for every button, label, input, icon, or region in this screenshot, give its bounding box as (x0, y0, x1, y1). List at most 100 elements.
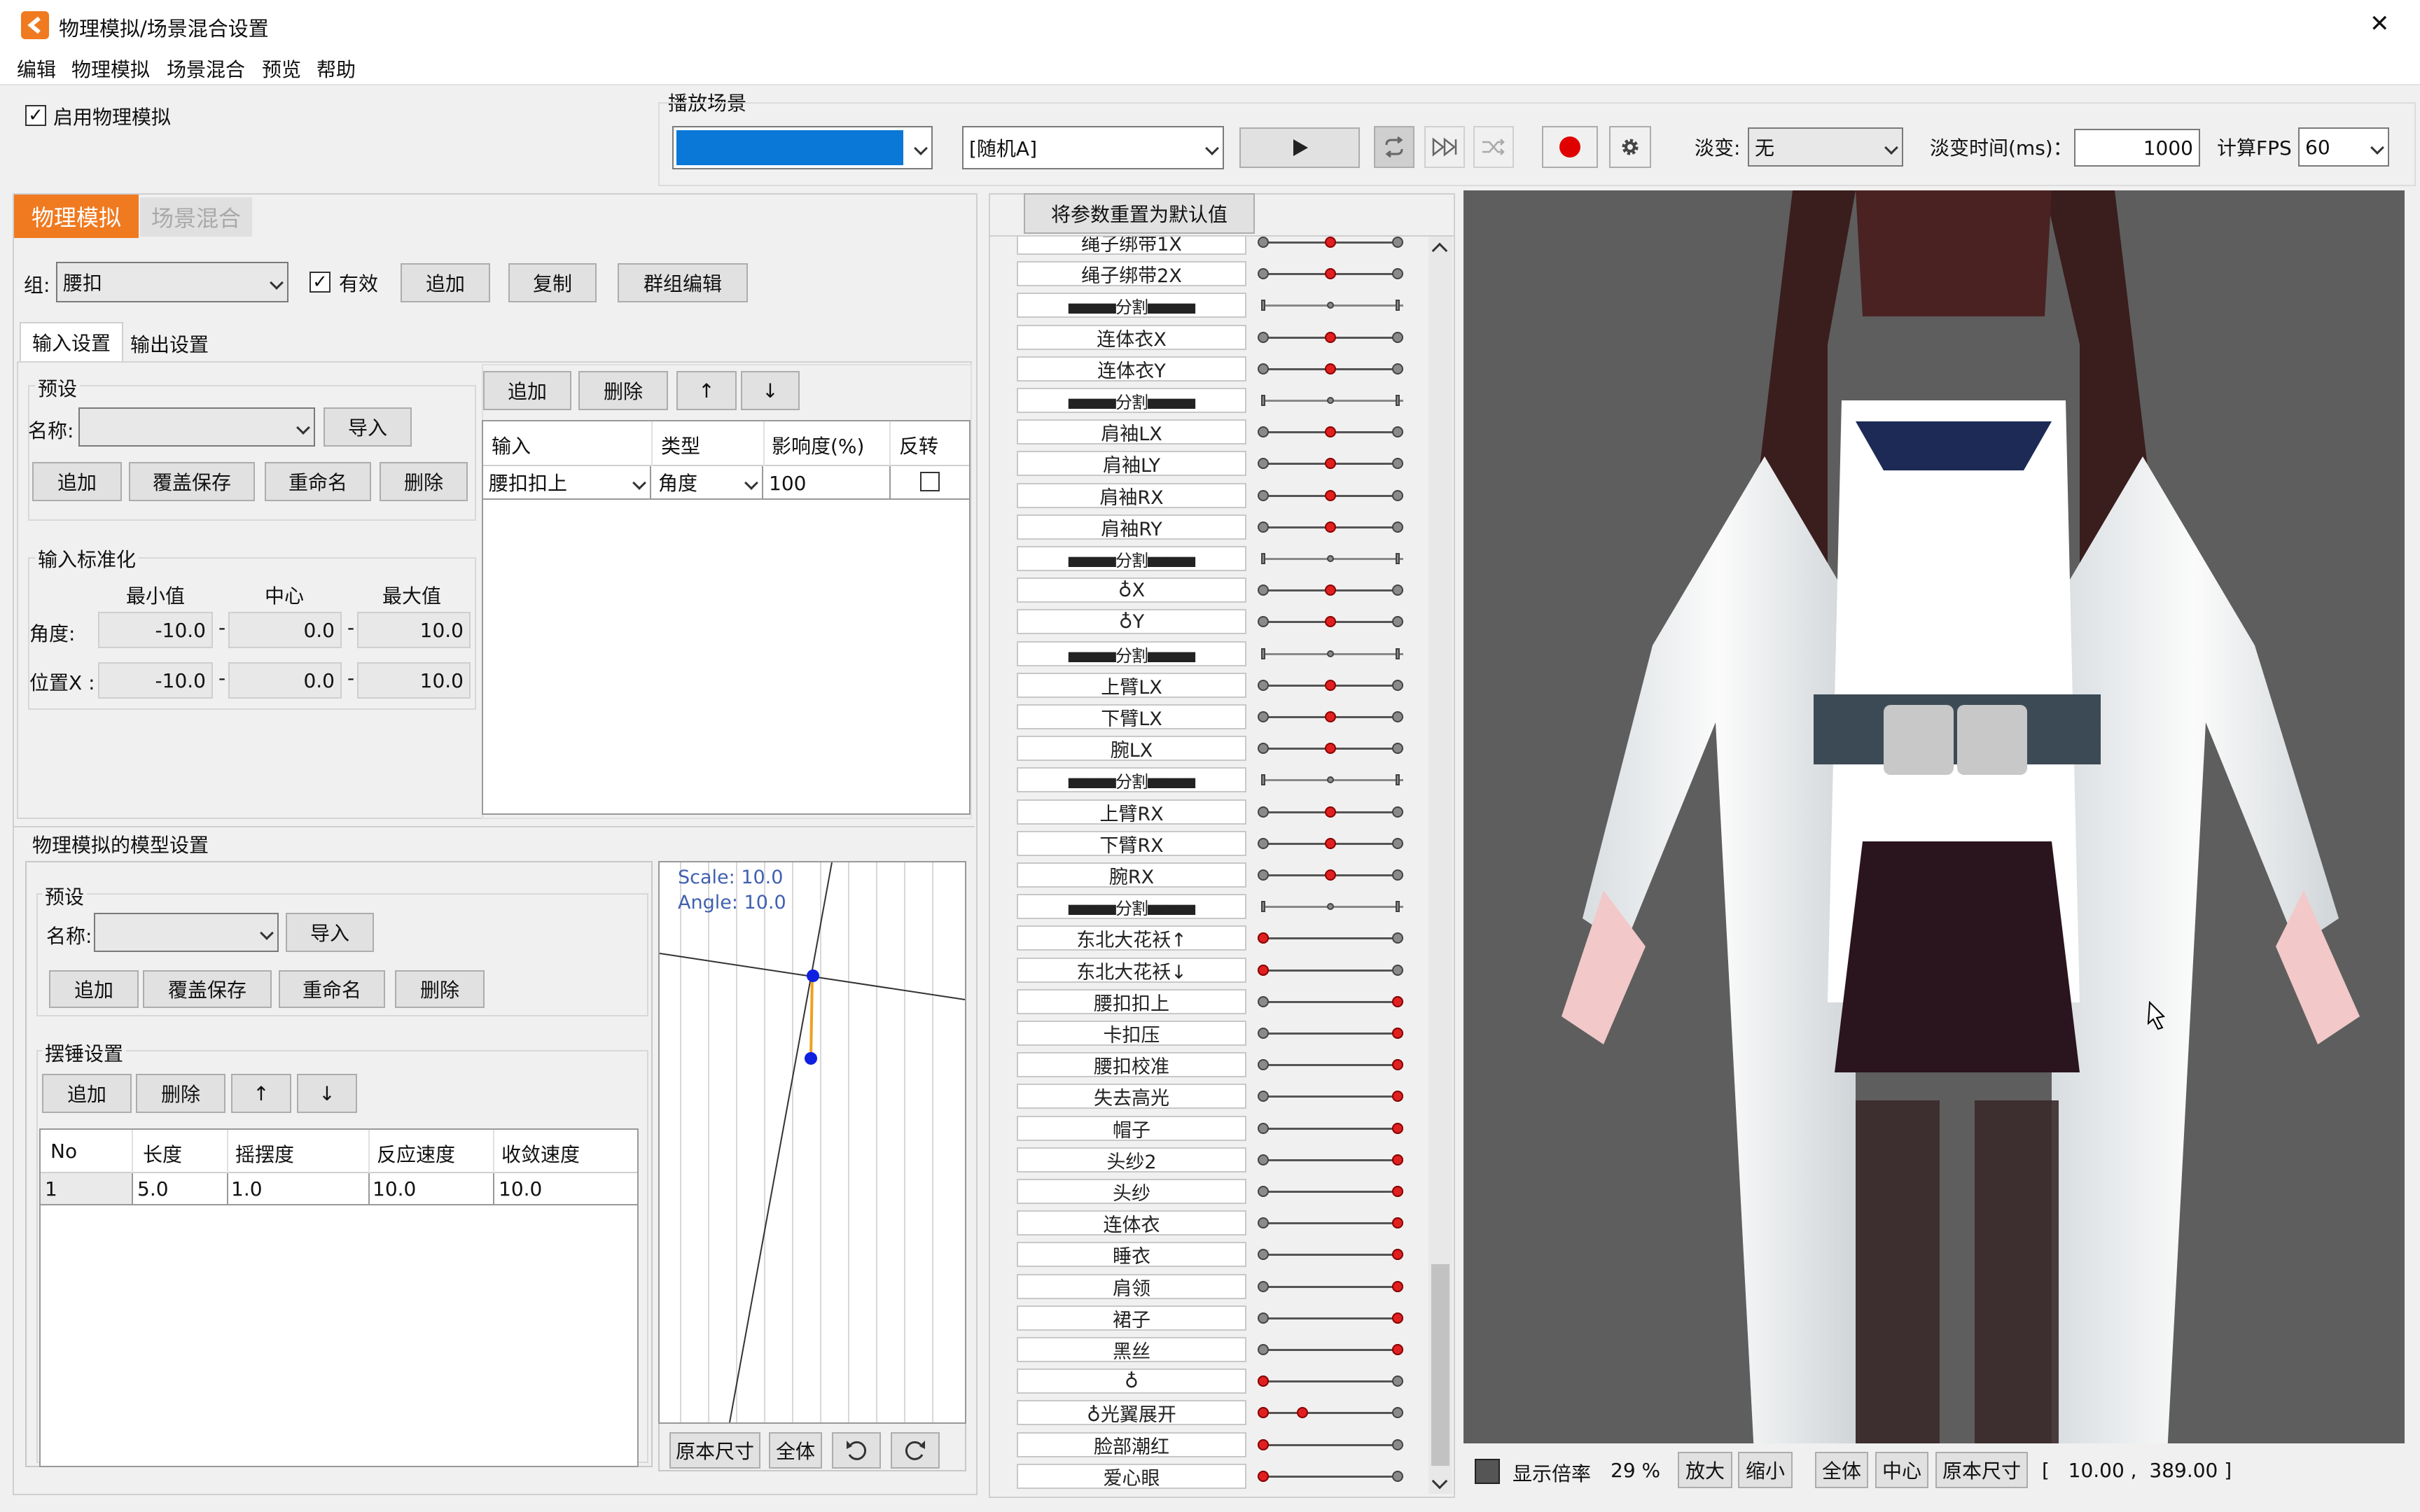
param-slider-row[interactable]: ♁ (1017, 1367, 1409, 1395)
param-slider-row[interactable]: 腰扣校准 (1017, 1051, 1409, 1079)
model-preset-delete-button[interactable]: 删除 (395, 970, 485, 1008)
loop-button[interactable] (1374, 126, 1414, 168)
slider-thumb[interactable] (1325, 743, 1336, 754)
tab-output-settings[interactable]: 输出设置 (123, 326, 216, 361)
param-slider-row[interactable]: 肩袖RX (1017, 482, 1409, 510)
table-row[interactable]: 腰扣扣上 角度 100 (483, 466, 969, 500)
preset-name-select[interactable] (78, 407, 315, 447)
posx-max-input[interactable]: 10.0 (357, 662, 471, 699)
param-slider-row[interactable]: 肩领 (1017, 1273, 1409, 1301)
slider-thumb[interactable] (1392, 1281, 1403, 1292)
rotate-right-button[interactable] (891, 1432, 940, 1469)
slider-track[interactable] (1263, 1286, 1403, 1288)
slider-thumb[interactable] (1325, 616, 1336, 627)
angle-min-input[interactable]: -10.0 (98, 612, 213, 648)
slider-thumb[interactable] (1327, 302, 1334, 309)
param-slider-row[interactable]: 腕RX (1017, 861, 1409, 889)
param-slider-row[interactable]: 连体衣X (1017, 323, 1409, 351)
param-separator[interactable]: ■■■■■分割■■■■■ (1017, 766, 1409, 794)
input-add-button[interactable]: 追加 (483, 371, 571, 410)
slider-track[interactable] (1263, 1096, 1403, 1098)
scene-select[interactable] (672, 126, 933, 169)
slider-thumb[interactable] (1392, 1217, 1403, 1228)
group-select[interactable]: 腰扣 (56, 262, 288, 302)
slider-track[interactable] (1263, 1032, 1403, 1035)
preview-all-button[interactable]: 全体 (1815, 1452, 1868, 1488)
close-icon[interactable]: ✕ (2370, 10, 2390, 38)
param-slider-row[interactable]: 头纱 (1017, 1177, 1409, 1205)
param-slider-row[interactable]: 绳子绑带1X (1017, 237, 1409, 256)
slider-thumb[interactable] (1325, 869, 1336, 881)
slider-thumb[interactable] (1258, 965, 1269, 976)
group-add-button[interactable]: 追加 (401, 263, 490, 302)
model-preset-add-button[interactable]: 追加 (49, 970, 139, 1008)
row-influence-value[interactable]: 100 (769, 472, 806, 495)
preset-add-button[interactable]: 追加 (32, 462, 122, 501)
pendulum-original-size-button[interactable]: 原本尺寸 (669, 1432, 760, 1469)
zoom-in-button[interactable]: 放大 (1678, 1452, 1732, 1488)
param-slider-row[interactable]: 上臂RX (1017, 798, 1409, 826)
slider-thumb[interactable] (1258, 1439, 1269, 1450)
rotate-left-button[interactable] (832, 1432, 881, 1469)
param-separator[interactable]: ■■■■■分割■■■■■ (1017, 640, 1409, 668)
slider-thumb[interactable] (1392, 1344, 1403, 1355)
param-slider-row[interactable]: ♁Y (1017, 608, 1409, 636)
input-down-button[interactable]: ↓ (741, 371, 800, 410)
row-react[interactable]: 10.0 (373, 1177, 416, 1200)
slider-thumb[interactable] (1325, 522, 1336, 533)
param-slider-row[interactable]: 爱心眼 (1017, 1462, 1409, 1490)
slider-track[interactable] (1263, 1412, 1403, 1414)
slider-track[interactable] (1263, 1254, 1403, 1256)
slider-thumb[interactable] (1327, 903, 1334, 910)
slider-thumb[interactable] (1325, 490, 1336, 501)
fps-select[interactable]: 60 (2298, 127, 2389, 167)
param-slider-row[interactable]: 下臂LX (1017, 703, 1409, 731)
valid-checkbox[interactable]: ✓ (310, 272, 331, 293)
param-slider-row[interactable]: 卡扣压 (1017, 1019, 1409, 1047)
pendulum-up-button[interactable]: ↑ (231, 1074, 291, 1113)
pendulum-delete-button[interactable]: 删除 (136, 1074, 225, 1113)
pendulum-all-button[interactable]: 全体 (769, 1432, 822, 1469)
slider-thumb[interactable] (1325, 711, 1336, 722)
param-slider-row[interactable]: 连体衣 (1017, 1209, 1409, 1237)
slider-track[interactable] (1263, 1222, 1403, 1224)
slider-thumb[interactable] (1327, 650, 1334, 657)
param-slider-row[interactable]: 东北大花袄↑ (1017, 924, 1409, 952)
slider-thumb[interactable] (1327, 776, 1334, 783)
param-slider-row[interactable]: 肩袖LX (1017, 418, 1409, 446)
settings-button[interactable] (1609, 126, 1651, 168)
group-bulk-edit-button[interactable]: 群组编辑 (618, 263, 748, 302)
slider-thumb[interactable] (1392, 1123, 1403, 1134)
model-preset-rename-button[interactable]: 重命名 (279, 970, 385, 1008)
scroll-thumb[interactable] (1431, 1264, 1449, 1466)
preset-delete-button[interactable]: 删除 (380, 462, 468, 501)
random-select[interactable]: [随机A] (962, 126, 1224, 169)
fade-select[interactable]: 无 (1748, 127, 1903, 167)
param-slider-row[interactable]: 睡衣 (1017, 1240, 1409, 1268)
slider-thumb[interactable] (1392, 1312, 1403, 1324)
slider-thumb[interactable] (1325, 426, 1336, 438)
row-input-select[interactable]: 腰扣扣上 (483, 466, 651, 498)
slider-thumb[interactable] (1325, 268, 1336, 279)
slider-track[interactable] (1263, 1317, 1403, 1320)
param-slider-row[interactable]: 肩袖LY (1017, 449, 1409, 477)
input-delete-button[interactable]: 删除 (578, 371, 668, 410)
play-button[interactable] (1239, 127, 1360, 168)
param-separator[interactable]: ■■■■■分割■■■■■ (1017, 545, 1409, 573)
input-up-button[interactable]: ↑ (676, 371, 737, 410)
model-preset-import-button[interactable]: 导入 (286, 913, 374, 952)
group-copy-button[interactable]: 复制 (508, 263, 597, 302)
menu-help[interactable]: 帮助 (317, 55, 356, 83)
scroll-up-arrow[interactable] (1431, 242, 1448, 259)
preset-import-button[interactable]: 导入 (324, 407, 412, 447)
slider-thumb[interactable] (1325, 838, 1336, 849)
slider-thumb[interactable] (1392, 1249, 1403, 1260)
slider-track[interactable] (1263, 1064, 1403, 1066)
menu-edit[interactable]: 编辑 (17, 55, 56, 83)
model-preview[interactable] (1463, 190, 2405, 1443)
param-slider-row[interactable]: ♁X (1017, 576, 1409, 604)
row-invert-checkbox[interactable] (920, 472, 940, 491)
param-slider-row[interactable]: 东北大花袄↓ (1017, 956, 1409, 984)
slider-track[interactable] (1263, 1380, 1403, 1382)
slider-thumb[interactable] (1392, 1186, 1403, 1197)
